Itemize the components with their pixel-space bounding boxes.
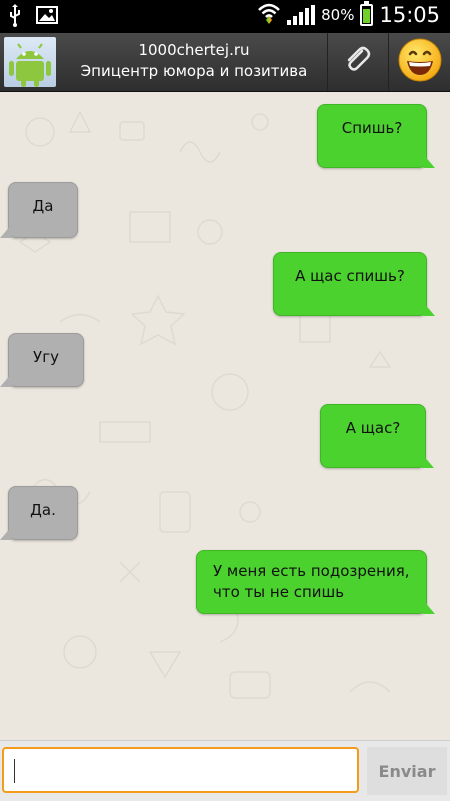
message-text: А щас спишь?	[295, 267, 405, 285]
message-bubble-incoming[interactable]: Да.	[0, 486, 78, 540]
chat-area[interactable]: Спишь? Да А щас спишь? Угу А щас? Да. У …	[0, 92, 450, 740]
battery-charging-icon	[360, 1, 374, 26]
composer-bar: Enviar	[0, 740, 450, 801]
clock: 15:05	[379, 3, 440, 27]
message-bubble-outgoing[interactable]: У меня есть подозрения, что ты не спишь	[196, 550, 435, 614]
avatar[interactable]	[4, 37, 56, 87]
text-cursor	[14, 759, 15, 783]
message-input[interactable]	[2, 747, 359, 793]
message-bubble-outgoing[interactable]: А щас спишь?	[273, 252, 435, 316]
smiley-icon	[397, 37, 443, 87]
chat-title: 1000chertej.ru	[138, 41, 250, 59]
message-text: Угу	[33, 348, 59, 366]
android-icon	[4, 43, 56, 91]
message-text: Да	[32, 197, 54, 215]
wifi-icon	[257, 2, 281, 28]
message-text: У меня есть подозрения, что ты не спишь	[213, 562, 410, 601]
chat-subtitle: Эпицентр юмора и позитива	[80, 62, 308, 80]
usb-icon	[8, 4, 22, 32]
signal-icon	[287, 5, 316, 25]
paperclip-icon	[340, 43, 374, 81]
message-bubble-outgoing[interactable]: Спишь?	[317, 104, 435, 168]
send-button[interactable]: Enviar	[367, 747, 447, 795]
message-text: Да.	[30, 501, 56, 519]
message-bubble-incoming[interactable]: Угу	[0, 333, 84, 387]
message-text: А щас?	[345, 419, 401, 437]
status-bar: 80% 15:05	[0, 0, 450, 33]
message-bubble-outgoing[interactable]: А щас?	[320, 404, 434, 468]
chat-header: 1000chertej.ru Эпицентр юмора и позитива	[0, 33, 450, 92]
image-icon	[36, 4, 58, 32]
battery-percent: 80%	[321, 6, 355, 24]
message-bubble-incoming[interactable]: Да	[0, 182, 78, 238]
message-text: Спишь?	[341, 119, 403, 137]
emoji-button[interactable]	[388, 33, 450, 91]
attach-button[interactable]	[327, 33, 386, 91]
